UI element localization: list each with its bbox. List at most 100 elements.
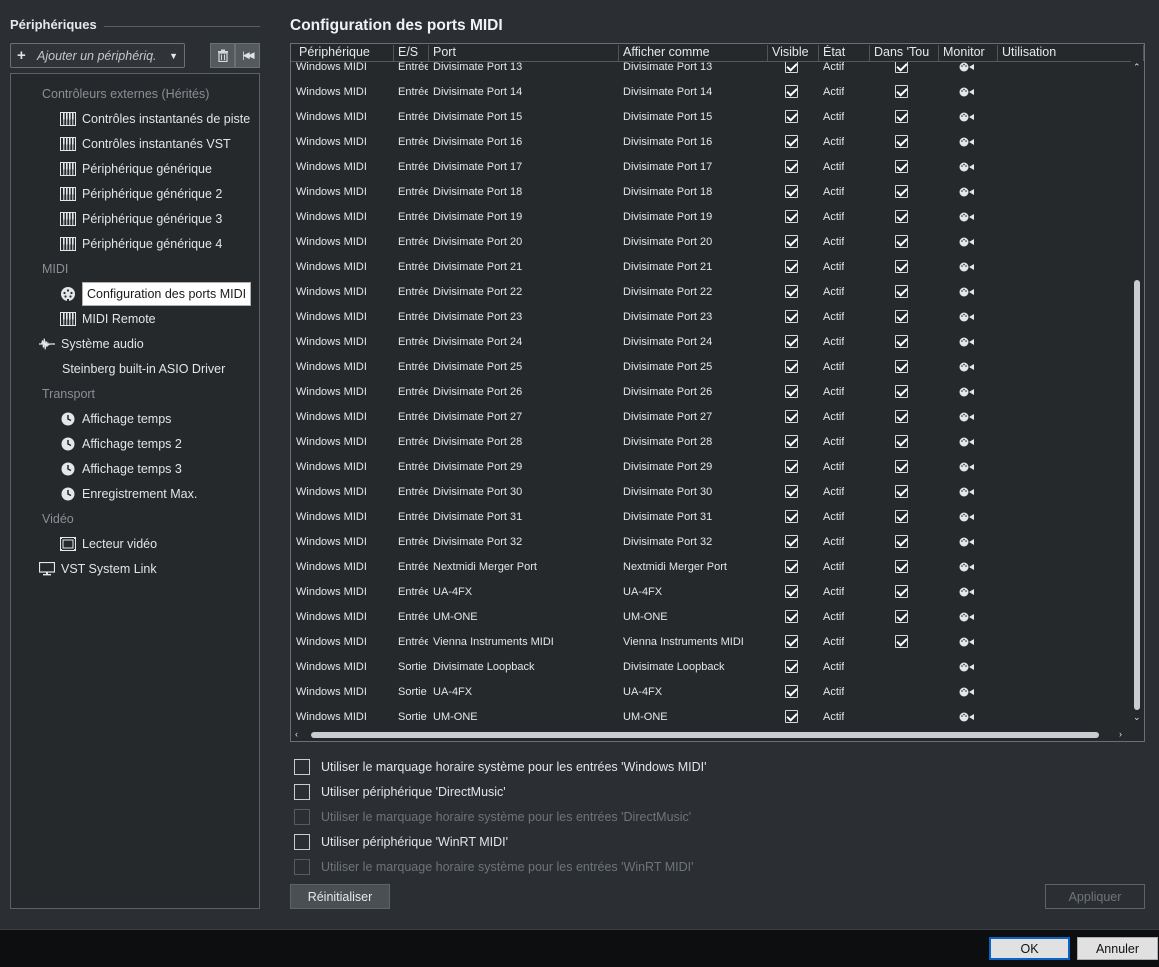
column-header[interactable]: État: [819, 45, 870, 61]
monitor-icon[interactable]: [959, 636, 975, 647]
table-row[interactable]: Windows MIDI Entrée Divisimate Port 23 Divi…: [291, 304, 1131, 329]
in-all-inputs-checkbox[interactable]: [895, 210, 908, 223]
monitor-icon[interactable]: [959, 461, 975, 472]
visible-checkbox[interactable]: [785, 435, 798, 448]
in-all-inputs-checkbox[interactable]: [895, 410, 908, 423]
in-all-inputs-checkbox[interactable]: [895, 360, 908, 373]
in-all-inputs-checkbox[interactable]: [895, 85, 908, 98]
in-all-inputs-checkbox[interactable]: [895, 635, 908, 648]
monitor-icon[interactable]: [959, 511, 975, 522]
checkbox-box[interactable]: [294, 759, 310, 775]
in-all-inputs-checkbox[interactable]: [895, 235, 908, 248]
delete-device-button[interactable]: [210, 43, 235, 68]
visible-checkbox[interactable]: [785, 310, 798, 323]
monitor-icon[interactable]: [959, 286, 975, 297]
table-row[interactable]: Windows MIDI Sortie UA-4FX UA-4FX Actif: [291, 679, 1131, 704]
horizontal-scroll-thumb[interactable]: [311, 732, 1099, 738]
monitor-icon[interactable]: [959, 486, 975, 497]
table-row[interactable]: Windows MIDI Entrée Divisimate Port 19 Divi…: [291, 204, 1131, 229]
tree-item-vst-system-link[interactable]: VST System Link: [39, 558, 157, 580]
cancel-button[interactable]: Annuler: [1077, 937, 1158, 960]
vertical-scroll-thumb[interactable]: [1134, 280, 1140, 710]
checkbox-box[interactable]: [294, 784, 310, 800]
in-all-inputs-checkbox[interactable]: [895, 435, 908, 448]
table-row[interactable]: Windows MIDI Entrée Divisimate Port 22 Divi…: [291, 279, 1131, 304]
visible-checkbox[interactable]: [785, 85, 798, 98]
tree-item-peripherique-generique[interactable]: Périphérique générique: [60, 158, 212, 180]
visible-checkbox[interactable]: [785, 635, 798, 648]
table-row[interactable]: Windows MIDI Entrée UA-4FX UA-4FX Actif: [291, 579, 1131, 604]
monitor-icon[interactable]: [959, 661, 975, 672]
table-row[interactable]: Windows MIDI Entrée Divisimate Port 32 Divi…: [291, 529, 1131, 554]
scroll-left-icon[interactable]: ‹: [295, 729, 298, 739]
table-row[interactable]: Windows MIDI Entrée Divisimate Port 24 Divi…: [291, 329, 1131, 354]
visible-checkbox[interactable]: [785, 185, 798, 198]
tree-item-enregistrement-max[interactable]: Enregistrement Max.: [60, 483, 197, 505]
visible-checkbox[interactable]: [785, 160, 798, 173]
in-all-inputs-checkbox[interactable]: [895, 285, 908, 298]
tree-item-affichage-temps-2[interactable]: Affichage temps 2: [60, 433, 182, 455]
reset-button[interactable]: Réinitialiser: [290, 884, 390, 909]
tree-item-affichage-temps[interactable]: Affichage temps: [60, 408, 171, 430]
in-all-inputs-checkbox[interactable]: [895, 535, 908, 548]
in-all-inputs-checkbox[interactable]: [895, 185, 908, 198]
table-row[interactable]: Windows MIDI Entrée Divisimate Port 15 Divi…: [291, 104, 1131, 129]
column-header[interactable]: Monitor: [939, 45, 998, 61]
table-row[interactable]: Windows MIDI Entrée Divisimate Port 28 Divi…: [291, 429, 1131, 454]
option-checkbox[interactable]: Utiliser périphérique 'WinRT MIDI': [294, 833, 508, 851]
table-row[interactable]: Windows MIDI Entrée Divisimate Port 31 Divi…: [291, 504, 1131, 529]
ok-button[interactable]: OK: [989, 937, 1070, 960]
monitor-icon[interactable]: [959, 336, 975, 347]
visible-checkbox[interactable]: [785, 660, 798, 673]
column-header[interactable]: Visible: [768, 45, 819, 61]
monitor-icon[interactable]: [959, 111, 975, 122]
monitor-icon[interactable]: [959, 386, 975, 397]
table-row[interactable]: Windows MIDI Entrée Divisimate Port 29 Divi…: [291, 454, 1131, 479]
option-checkbox[interactable]: Utiliser périphérique 'DirectMusic': [294, 783, 506, 801]
visible-checkbox[interactable]: [785, 285, 798, 298]
column-header[interactable]: Utilisation: [998, 45, 1144, 61]
table-row[interactable]: Windows MIDI Entrée Divisimate Port 14 Divi…: [291, 79, 1131, 104]
in-all-inputs-checkbox[interactable]: [895, 310, 908, 323]
apply-button[interactable]: Appliquer: [1045, 884, 1145, 909]
checkbox-box[interactable]: [294, 834, 310, 850]
monitor-icon[interactable]: [959, 136, 975, 147]
visible-checkbox[interactable]: [785, 260, 798, 273]
tree-item-configuration-des-ports-midi[interactable]: Configuration des ports MIDI: [60, 282, 252, 306]
table-row[interactable]: Windows MIDI Sortie UM-ONE UM-ONE Actif: [291, 704, 1131, 727]
table-row[interactable]: Windows MIDI Entrée Divisimate Port 18 Divi…: [291, 179, 1131, 204]
monitor-icon[interactable]: [959, 261, 975, 272]
monitor-icon[interactable]: [959, 311, 975, 322]
table-row[interactable]: Windows MIDI Entrée Nextmidi Merger Port Ne…: [291, 554, 1131, 579]
visible-checkbox[interactable]: [785, 510, 798, 523]
tree-item-controles-instantanes-vst[interactable]: Contrôles instantanés VST: [60, 133, 231, 155]
visible-checkbox[interactable]: [785, 560, 798, 573]
in-all-inputs-checkbox[interactable]: [895, 510, 908, 523]
scroll-up-icon[interactable]: ⌃: [1133, 62, 1141, 73]
visible-checkbox[interactable]: [785, 610, 798, 623]
table-row[interactable]: Windows MIDI Sortie Divisimate Loopback Div…: [291, 654, 1131, 679]
visible-checkbox[interactable]: [785, 535, 798, 548]
in-all-inputs-checkbox[interactable]: [895, 260, 908, 273]
add-device-dropdown[interactable]: + Ajouter un périphériq. ▼: [10, 43, 185, 68]
column-header[interactable]: E/S: [394, 45, 429, 61]
in-all-inputs-checkbox[interactable]: [895, 610, 908, 623]
visible-checkbox[interactable]: [785, 210, 798, 223]
visible-checkbox[interactable]: [785, 710, 798, 723]
column-header[interactable]: Périphérique: [295, 45, 394, 61]
tree-item-systeme-audio[interactable]: Système audio: [39, 333, 144, 355]
visible-checkbox[interactable]: [785, 685, 798, 698]
table-row[interactable]: Windows MIDI Entrée Divisimate Port 17 Divi…: [291, 154, 1131, 179]
visible-checkbox[interactable]: [785, 135, 798, 148]
monitor-icon[interactable]: [959, 186, 975, 197]
horizontal-scrollbar[interactable]: ‹ ›: [291, 728, 1144, 741]
tree-item-peripherique-generique-3[interactable]: Périphérique générique 3: [60, 208, 222, 230]
visible-checkbox[interactable]: [785, 235, 798, 248]
monitor-icon[interactable]: [959, 536, 975, 547]
in-all-inputs-checkbox[interactable]: [895, 560, 908, 573]
visible-checkbox[interactable]: [785, 410, 798, 423]
visible-checkbox[interactable]: [785, 385, 798, 398]
monitor-icon[interactable]: [959, 711, 975, 722]
tree-item-midi-remote[interactable]: MIDI Remote: [60, 308, 156, 330]
monitor-icon[interactable]: [959, 411, 975, 422]
